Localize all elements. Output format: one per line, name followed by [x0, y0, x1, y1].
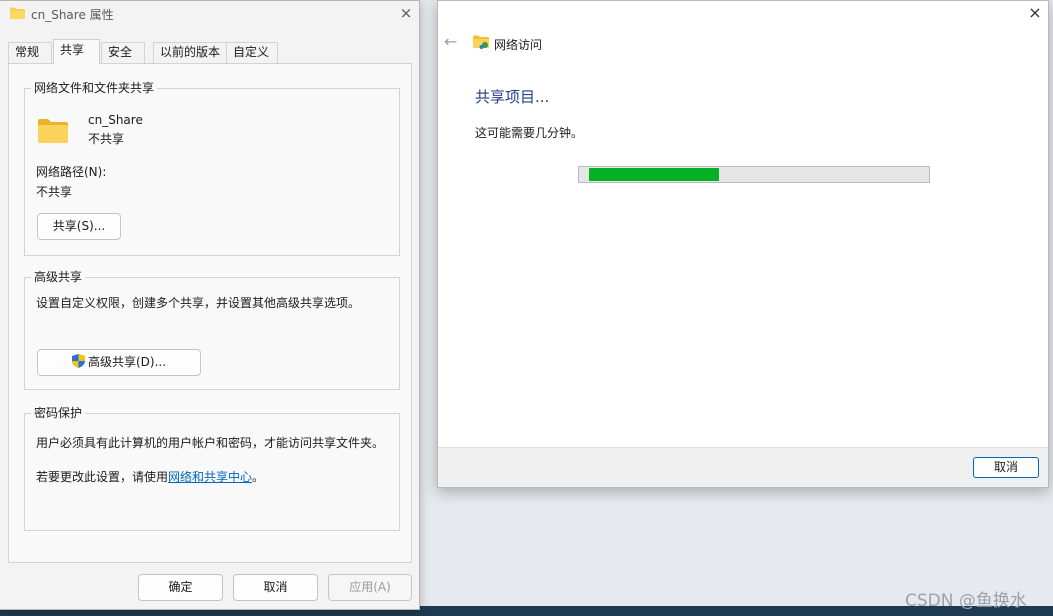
- network-path-label: 网络路径(N):: [36, 165, 107, 179]
- uac-shield-icon: [71, 354, 85, 368]
- advanced-sharing-description: 设置自定义权限，创建多个共享，并设置其他高级共享选项。: [36, 296, 361, 310]
- folder-share-status: 不共享: [88, 132, 125, 146]
- change-setting-prefix: 若要更改此设置，请使用: [36, 470, 169, 484]
- sharing-tab-panel: 网络文件和文件夹共享 cn_Share 不共享 网络路径(N): 不共享 共享(…: [8, 63, 412, 563]
- change-setting-suffix: 。: [252, 470, 265, 484]
- wizard-title: 网络访问: [494, 38, 543, 52]
- group-label: 网络文件和文件夹共享: [31, 81, 158, 96]
- window-title: cn_Share 属性: [31, 8, 114, 22]
- wizard-heading: 共享项目...: [475, 88, 550, 106]
- network-sharing-group: 网络文件和文件夹共享 cn_Share 不共享 网络路径(N): 不共享 共享(…: [24, 81, 400, 256]
- tab-previous-versions[interactable]: 以前的版本: [153, 42, 227, 63]
- progress-bar: [578, 166, 930, 183]
- tab-general[interactable]: 常规: [8, 42, 52, 63]
- advanced-sharing-button[interactable]: 高级共享(D)...: [37, 349, 201, 376]
- password-description: 用户必须具有此计算机的用户帐户和密码，才能访问共享文件夹。: [36, 436, 385, 450]
- wizard-description: 这可能需要几分钟。: [475, 126, 584, 140]
- wizard-footer: 取消: [438, 447, 1048, 487]
- network-path-value: 不共享: [36, 185, 73, 199]
- advanced-sharing-group: 高级共享 设置自定义权限，创建多个共享，并设置其他高级共享选项。 高级共享(D)…: [24, 270, 400, 390]
- back-arrow-icon[interactable]: ←: [444, 34, 460, 50]
- folder-icon: [38, 119, 68, 143]
- cancel-button[interactable]: 取消: [233, 574, 318, 601]
- folder-icon: [10, 7, 25, 19]
- network-folder-icon: [473, 35, 489, 49]
- password-protection-group: 密码保护 用户必须具有此计算机的用户帐户和密码，才能访问共享文件夹。 若要更改此…: [24, 406, 400, 531]
- properties-titlebar[interactable]: cn_Share 属性 ×: [0, 1, 419, 27]
- wizard-cancel-button[interactable]: 取消: [973, 457, 1039, 478]
- ok-button[interactable]: 确定: [138, 574, 223, 601]
- group-label: 高级共享: [31, 270, 86, 285]
- properties-window: cn_Share 属性 × 常规 共享 安全 以前的版本 自定义 网络文件和文件…: [0, 0, 420, 610]
- progress-bar-fill: [589, 168, 719, 181]
- tab-security[interactable]: 安全: [101, 42, 145, 63]
- network-sharing-center-link[interactable]: 网络和共享中心: [168, 470, 252, 484]
- tab-sharing[interactable]: 共享: [53, 39, 100, 64]
- watermark: CSDN @鱼换水: [905, 591, 1027, 611]
- tab-customize[interactable]: 自定义: [226, 42, 278, 63]
- close-icon[interactable]: ×: [1026, 4, 1044, 22]
- close-icon[interactable]: ×: [398, 4, 414, 22]
- folder-name: cn_Share: [88, 113, 143, 127]
- group-label: 密码保护: [31, 406, 86, 421]
- network-access-wizard: × ← 网络访问 共享项目... 这可能需要几分钟。 取消: [437, 0, 1049, 488]
- advanced-sharing-button-label: 高级共享(D)...: [87, 355, 167, 369]
- apply-button[interactable]: 应用(A): [328, 574, 412, 601]
- share-button[interactable]: 共享(S)...: [37, 213, 121, 240]
- change-setting-text: 若要更改此设置，请使用网络和共享中心。: [36, 470, 264, 485]
